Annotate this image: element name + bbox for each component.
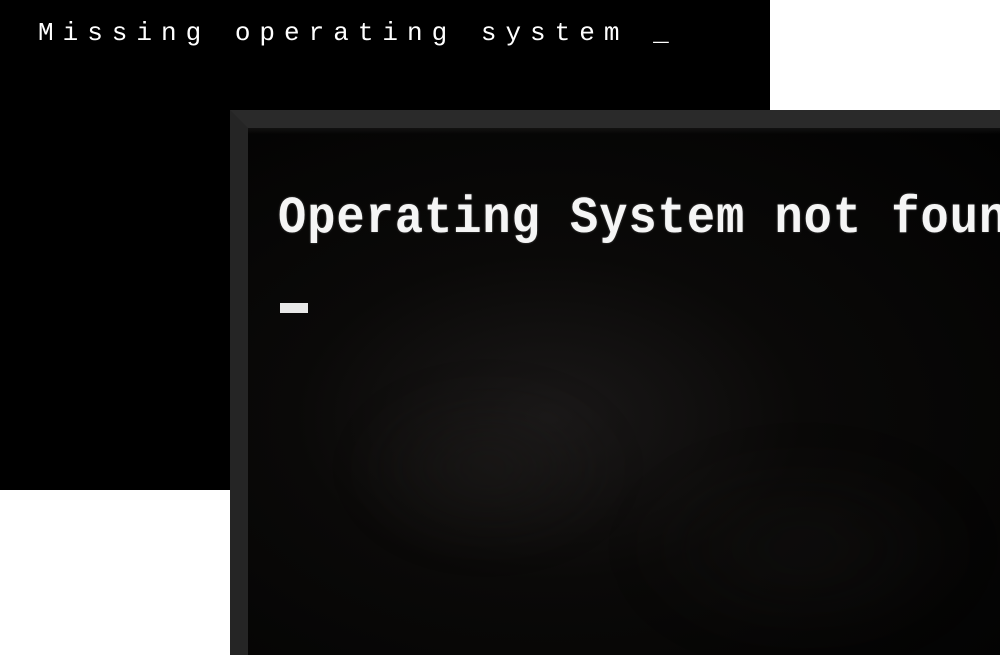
bios-screen-os-not-found: Operating System not found — [230, 110, 1000, 655]
bios-error-text-1: Missing operating system — [38, 18, 653, 48]
cursor-icon: _ — [653, 18, 678, 48]
cursor-icon — [280, 303, 308, 313]
screen-reflection — [348, 378, 628, 558]
screen-reflection — [628, 448, 978, 648]
bios-error-text-2: Operating System not found — [278, 190, 975, 248]
